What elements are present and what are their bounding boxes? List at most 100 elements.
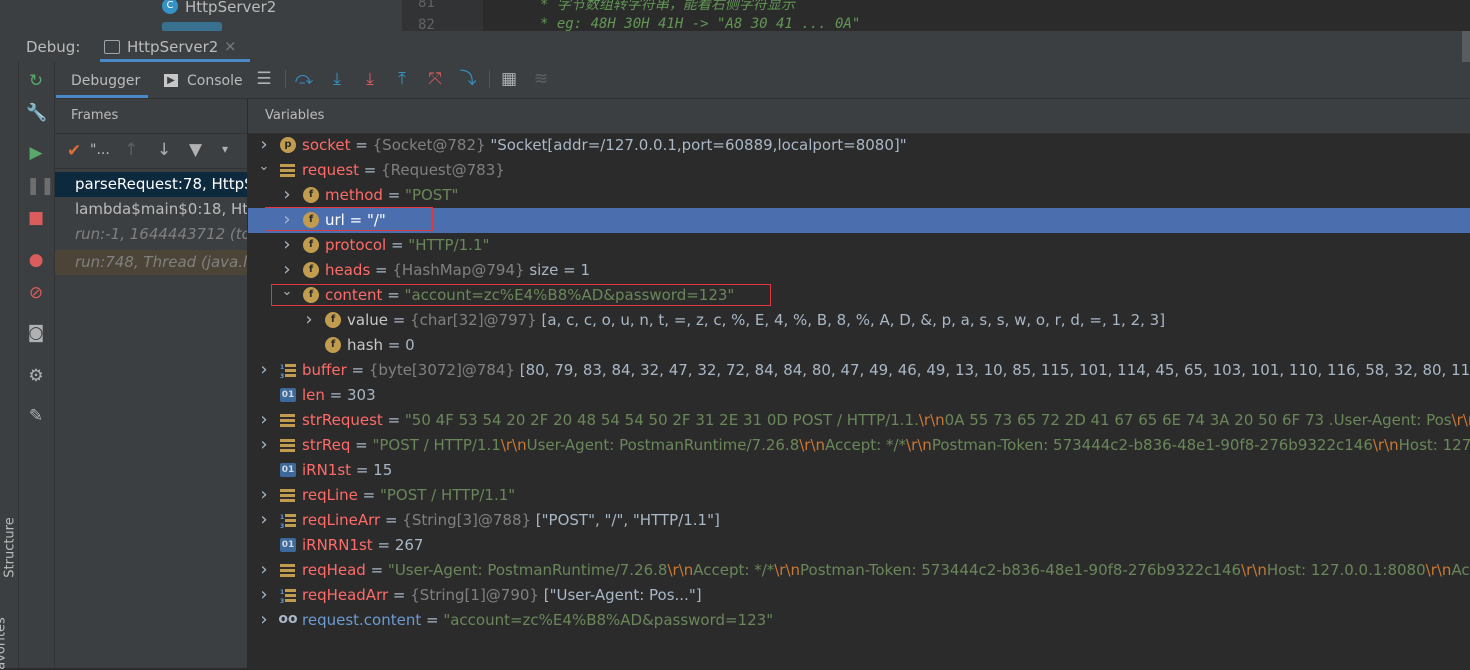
variable-value: 0 xyxy=(405,336,415,354)
drop-frame-icon[interactable]: ⤧ xyxy=(424,68,446,90)
annotation-box xyxy=(271,284,771,306)
variable-text: method = "POST" xyxy=(325,186,459,204)
view-breakpoints-icon[interactable]: ● xyxy=(26,250,46,270)
rerun-icon[interactable]: ↻ xyxy=(26,71,46,91)
expand-chevron-icon[interactable]: › xyxy=(281,232,293,257)
resume-icon[interactable]: ▶ xyxy=(26,143,46,163)
variable-value: Accept: */* xyxy=(693,561,775,579)
project-tree-item[interactable]: HttpServer2 xyxy=(185,0,276,16)
variable-name: request xyxy=(302,161,360,179)
show-execution-point-icon[interactable]: ⤼ xyxy=(293,68,315,90)
frame-item[interactable]: parseRequest:78, HttpServer2 xyxy=(55,172,247,197)
expand-chevron-icon[interactable]: › xyxy=(258,482,270,507)
variable-name: strRequest xyxy=(302,411,383,429)
console-icon: ▶ xyxy=(164,74,178,87)
expand-chevron-icon[interactable]: › xyxy=(258,507,270,532)
variable-text: buffer = {byte[3072]@784} [80, 79, 83, 8… xyxy=(302,358,1470,383)
evaluate-expression-icon[interactable]: ▦ xyxy=(498,68,520,90)
variable-type: {String[1]@790} xyxy=(410,586,544,604)
variable-row[interactable]: › f method = "POST" xyxy=(248,183,1470,208)
variable-row[interactable]: › p socket = {Socket@782} "Socket[addr=/12… xyxy=(248,134,1470,158)
array-icon: 13 xyxy=(280,513,296,530)
scrollbar[interactable] xyxy=(1462,31,1470,62)
variable-row[interactable]: › f protocol = "HTTP/1.1" xyxy=(248,233,1470,258)
pause-icon[interactable]: ❚❚ xyxy=(26,176,55,196)
expand-chevron-icon[interactable]: › xyxy=(303,307,315,332)
pin-icon[interactable]: ✎ xyxy=(26,406,46,426)
variable-value: 0A 55 73 65 72 2D 41 67 65 6E 74 3A 20 5… xyxy=(944,411,1452,429)
close-icon[interactable]: × xyxy=(224,37,237,55)
variable-row[interactable]: › strRequest = "50 4F 53 54 20 2F 20 48 5… xyxy=(248,408,1470,433)
watch-icon: oo xyxy=(278,611,298,627)
variable-row[interactable]: › 1 3 buffer = {byte[3072]@784} [80, 79, 83… xyxy=(248,358,1470,383)
variable-row[interactable]: 01 iRNRN1st = 267 xyxy=(248,533,1470,558)
variable-value: [a, c, c, o, u, n, t, =, z, c, %, E, 4, … xyxy=(541,311,1166,329)
checkmark-icon: ✔ xyxy=(67,141,82,161)
layout-menu-icon[interactable]: ☰ xyxy=(253,68,275,90)
expand-chevron-icon[interactable]: › xyxy=(258,607,270,632)
toolbar-divider xyxy=(285,70,286,88)
object-icon xyxy=(280,439,295,452)
step-out-icon[interactable]: ⤒ xyxy=(391,68,413,90)
variable-row[interactable]: 01 len = 303 xyxy=(248,383,1470,408)
variable-value: "POST / HTTP/1.1" xyxy=(379,486,516,504)
camera-icon[interactable]: ◙ xyxy=(26,323,46,343)
settings-wrench-icon[interactable]: 🔧 xyxy=(26,103,47,123)
gear-icon[interactable]: ⚙ xyxy=(26,366,46,386)
svg-text:1: 1 xyxy=(280,589,284,596)
svg-text:3: 3 xyxy=(280,523,284,529)
trace-current-stream-icon[interactable]: ≋ xyxy=(530,68,552,90)
frame-item[interactable]: run:748, Thread (java.lang) xyxy=(55,250,247,275)
tab-debugger[interactable]: Debugger xyxy=(71,73,140,89)
expand-chevron-icon[interactable]: › xyxy=(258,432,270,457)
variable-row[interactable]: › strReq = "POST / HTTP/1.1\r\nUser-Agent… xyxy=(248,433,1470,458)
variable-row[interactable]: › f value = {char[32]@797} [a, c, c, o, u,… xyxy=(248,308,1470,333)
stop-icon[interactable]: ■ xyxy=(26,208,46,228)
variable-row[interactable]: f hash = 0 xyxy=(248,333,1470,358)
thread-selector[interactable]: "... xyxy=(90,142,110,158)
expand-chevron-icon[interactable]: › xyxy=(258,582,270,607)
variable-name: iRNRN1st xyxy=(302,536,373,554)
variable-row[interactable]: ⌄ request = {Request@783} xyxy=(248,158,1470,183)
step-over-icon[interactable]: ⤓ xyxy=(326,68,348,90)
variable-type: {byte[3072]@784} xyxy=(368,361,520,379)
frame-item[interactable]: lambda$main$0:18, HttpServer2 xyxy=(55,197,247,222)
variable-row[interactable]: › 1 3 reqLineArr = {String[3]@788} ["POST",… xyxy=(248,508,1470,533)
array-icon: 13 xyxy=(280,588,296,605)
variable-text: request = {Request@783} xyxy=(302,161,505,179)
variable-value: \r\n xyxy=(1451,411,1470,429)
filter-icon[interactable]: ▼ xyxy=(189,140,202,160)
collapse-chevron-icon[interactable]: ⌄ xyxy=(258,154,270,179)
favorites-tool-label[interactable]: avorites xyxy=(0,617,9,669)
variable-row[interactable]: › reqLine = "POST / HTTP/1.1" xyxy=(248,483,1470,508)
variable-text: iRNRN1st = 267 xyxy=(302,536,424,554)
variable-name: buffer xyxy=(302,361,347,379)
arrow-down-icon[interactable]: ↓ xyxy=(157,140,171,160)
variable-row[interactable]: 01 iRN1st = 15 xyxy=(248,458,1470,483)
variable-row[interactable]: › reqHead = "User-Agent: PostmanRuntime/7… xyxy=(248,558,1470,583)
expand-chevron-icon[interactable]: › xyxy=(258,557,270,582)
tab-console[interactable]: Console xyxy=(187,73,243,89)
step-into-icon[interactable]: ⤓ xyxy=(359,68,381,90)
expand-chevron-icon[interactable]: › xyxy=(281,182,293,207)
expand-chevron-icon[interactable]: › xyxy=(258,407,270,432)
variable-value: "account=zc%E4%B8%AD&password=123" xyxy=(443,611,774,629)
svg-text:1: 1 xyxy=(280,514,284,521)
mute-breakpoints-icon[interactable]: ⊘ xyxy=(26,283,46,303)
run-to-cursor-icon[interactable]: ⤵ xyxy=(457,68,479,90)
variable-value: Host: 127.0.0.1:8080 xyxy=(1398,436,1470,454)
expand-chevron-icon[interactable]: › xyxy=(258,357,270,382)
arrow-up-icon[interactable]: ↑ xyxy=(124,140,138,160)
structure-tool-label[interactable]: Structure xyxy=(3,517,18,577)
debug-tab-title[interactable]: HttpServer2 xyxy=(127,38,218,56)
variable-value: \r\n xyxy=(1372,436,1399,454)
chevron-down-icon[interactable]: ▾ xyxy=(222,142,228,156)
variable-value: ["POST", "/", "HTTP/1.1"] xyxy=(535,511,720,529)
variable-row[interactable]: › f heads = {HashMap@794} size = 1 xyxy=(248,258,1470,283)
variable-text: reqLine = "POST / HTTP/1.1" xyxy=(302,486,516,504)
variable-row[interactable]: › 1 3 reqHeadArr = {String[1]@790} ["User-A… xyxy=(248,583,1470,608)
code-line: * eg: 48H 30H 41H -> "A8 30 41 ... 0A" xyxy=(540,16,861,32)
variable-row[interactable]: › oo request.content = "account=zc%E4%B8%A… xyxy=(248,608,1470,633)
array-icon: 13 xyxy=(280,363,296,380)
frame-item[interactable]: run:-1, 1644443712 (tomcat) xyxy=(55,222,247,247)
